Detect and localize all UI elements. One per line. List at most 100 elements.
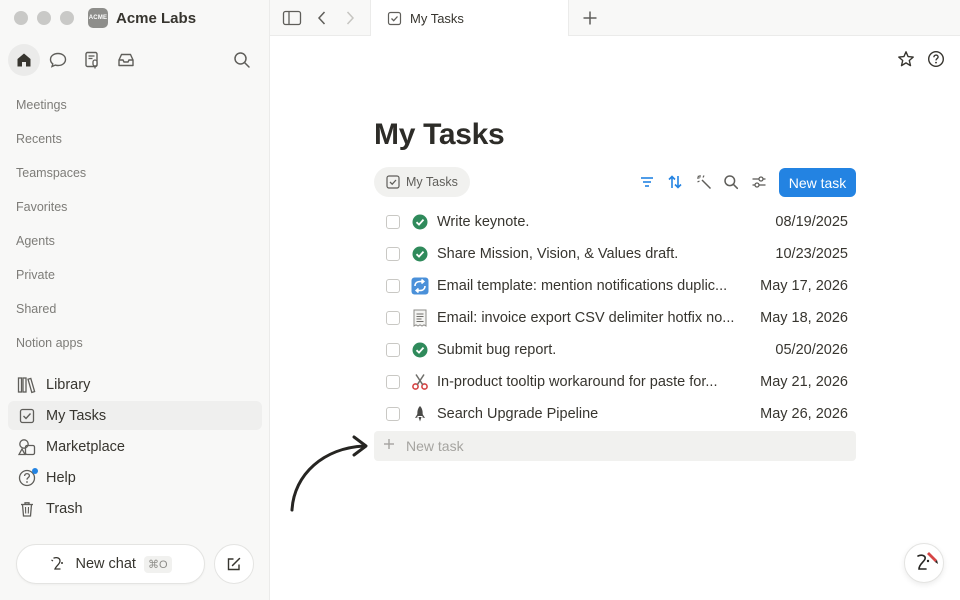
favorite-button[interactable]: [896, 49, 916, 69]
sidebar-item-help[interactable]: Help: [8, 463, 262, 492]
section-teamspaces[interactable]: Teamspaces: [16, 166, 86, 180]
view-settings-button[interactable]: [749, 172, 769, 192]
check-circle-icon: [411, 213, 429, 231]
tab-my-tasks[interactable]: My Tasks: [370, 0, 569, 37]
new-task-row[interactable]: New task: [374, 431, 856, 461]
tab-label: My Tasks: [410, 11, 464, 26]
inbox-button[interactable]: [110, 44, 142, 76]
task-due-date[interactable]: 10/23/2025: [775, 246, 848, 262]
task-title[interactable]: In-product tooltip workaround for paste …: [437, 374, 742, 390]
new-chat-button[interactable]: New chat ⌘O: [16, 544, 205, 584]
section-private[interactable]: Private: [16, 268, 55, 282]
task-due-date[interactable]: 08/19/2025: [775, 214, 848, 230]
check-circle-icon: [411, 341, 429, 359]
meeting-notes-icon: [85, 51, 98, 69]
search-tasks-button[interactable]: [721, 172, 741, 192]
magic-wand-icon: [697, 175, 712, 190]
task-title[interactable]: Share Mission, Vision, & Values draft.: [437, 246, 742, 262]
section-meetings[interactable]: Meetings: [16, 98, 67, 112]
checkbox-icon: [16, 405, 38, 427]
task-due-date[interactable]: May 17, 2026: [760, 278, 848, 294]
chat-button[interactable]: [42, 44, 74, 76]
help-button[interactable]: [926, 49, 946, 69]
task-checkbox[interactable]: [386, 311, 400, 325]
task-due-date[interactable]: 05/20/2026: [775, 342, 848, 358]
help-icon: [16, 467, 38, 489]
new-task-button[interactable]: New task: [779, 168, 856, 197]
check-circle-icon: [411, 245, 429, 263]
section-recents[interactable]: Recents: [16, 132, 62, 146]
sidebar-item-label: Library: [46, 376, 91, 393]
new-page-button[interactable]: [214, 544, 254, 584]
plus-icon: [583, 11, 597, 25]
task-checkbox[interactable]: [386, 215, 400, 229]
home-icon: [17, 53, 31, 67]
task-checkbox[interactable]: [386, 279, 400, 293]
sidebar-item-my-tasks[interactable]: My Tasks: [8, 401, 262, 430]
table-row[interactable]: Share Mission, Vision, & Values draft. 1…: [374, 238, 856, 270]
table-row[interactable]: Submit bug report. 05/20/2026: [374, 334, 856, 366]
sidebar-item-label: Help: [46, 469, 76, 486]
search-icon: [234, 52, 250, 68]
table-row[interactable]: Email template: mention notifications du…: [374, 270, 856, 302]
table-row[interactable]: Write keynote. 08/19/2025: [374, 206, 856, 238]
sidebar-item-library[interactable]: Library: [8, 370, 262, 399]
table-row[interactable]: Email: invoice export CSV delimiter hotf…: [374, 302, 856, 334]
task-title[interactable]: Write keynote.: [437, 214, 742, 230]
workspace-switcher[interactable]: ACME Acme Labs: [88, 8, 196, 28]
table-row[interactable]: Search Upgrade Pipeline May 26, 2026: [374, 398, 856, 430]
task-checkbox[interactable]: [386, 247, 400, 261]
checkbox-icon: [386, 175, 400, 189]
home-button[interactable]: [8, 44, 40, 76]
filter-icon: [641, 177, 653, 187]
toggle-sidebar-button[interactable]: [280, 6, 304, 30]
sidebar-item-label: Marketplace: [46, 438, 125, 455]
compose-icon: [227, 557, 241, 571]
search-button[interactable]: [226, 44, 258, 76]
section-shared[interactable]: Shared: [16, 302, 56, 316]
tab-bar: My Tasks: [270, 0, 960, 37]
filter-button[interactable]: [637, 172, 657, 192]
sidebar-item-marketplace[interactable]: Marketplace: [8, 432, 262, 461]
task-checkbox[interactable]: [386, 407, 400, 421]
question-circle-icon: [927, 50, 945, 68]
minimize-window-button[interactable]: [37, 11, 51, 25]
section-favorites[interactable]: Favorites: [16, 200, 67, 214]
sort-button[interactable]: [665, 172, 685, 192]
section-agents[interactable]: Agents: [16, 234, 55, 248]
task-title[interactable]: Search Upgrade Pipeline: [437, 406, 742, 422]
receipt-emoji-icon: [411, 309, 429, 327]
ai-assistant-button[interactable]: [904, 543, 944, 583]
annotation-arrow-icon: [290, 435, 368, 512]
inbox-icon: [118, 53, 134, 67]
task-due-date[interactable]: May 21, 2026: [760, 374, 848, 390]
task-checkbox[interactable]: [386, 375, 400, 389]
task-due-date[interactable]: May 18, 2026: [760, 310, 848, 326]
new-tab-button[interactable]: [578, 6, 602, 30]
search-icon: [724, 175, 739, 190]
zoom-window-button[interactable]: [60, 11, 74, 25]
task-title[interactable]: Email template: mention notifications du…: [437, 278, 742, 294]
section-notion-apps[interactable]: Notion apps: [16, 336, 83, 350]
notification-badge: [32, 467, 38, 474]
forward-button[interactable]: [338, 6, 362, 30]
library-icon: [16, 374, 38, 396]
task-checkbox[interactable]: [386, 343, 400, 357]
back-button[interactable]: [310, 6, 334, 30]
marketplace-icon: [16, 436, 38, 458]
task-title[interactable]: Email: invoice export CSV delimiter hotf…: [437, 310, 742, 326]
sidebar-item-label: Trash: [46, 500, 83, 517]
meeting-notes-button[interactable]: [76, 44, 108, 76]
repeat-emoji-icon: [411, 277, 429, 295]
table-row[interactable]: In-product tooltip workaround for paste …: [374, 366, 856, 398]
workspace-name: Acme Labs: [116, 9, 197, 27]
task-due-date[interactable]: May 26, 2026: [760, 406, 848, 422]
ai-face-icon: [51, 556, 64, 570]
sliders-icon: [752, 176, 766, 188]
close-window-button[interactable]: [14, 11, 28, 25]
checkbox-icon: [387, 11, 402, 26]
sidebar-item-trash[interactable]: Trash: [8, 494, 262, 523]
task-title[interactable]: Submit bug report.: [437, 342, 742, 358]
view-tab-my-tasks[interactable]: My Tasks: [374, 167, 470, 197]
automation-button[interactable]: [694, 172, 714, 192]
